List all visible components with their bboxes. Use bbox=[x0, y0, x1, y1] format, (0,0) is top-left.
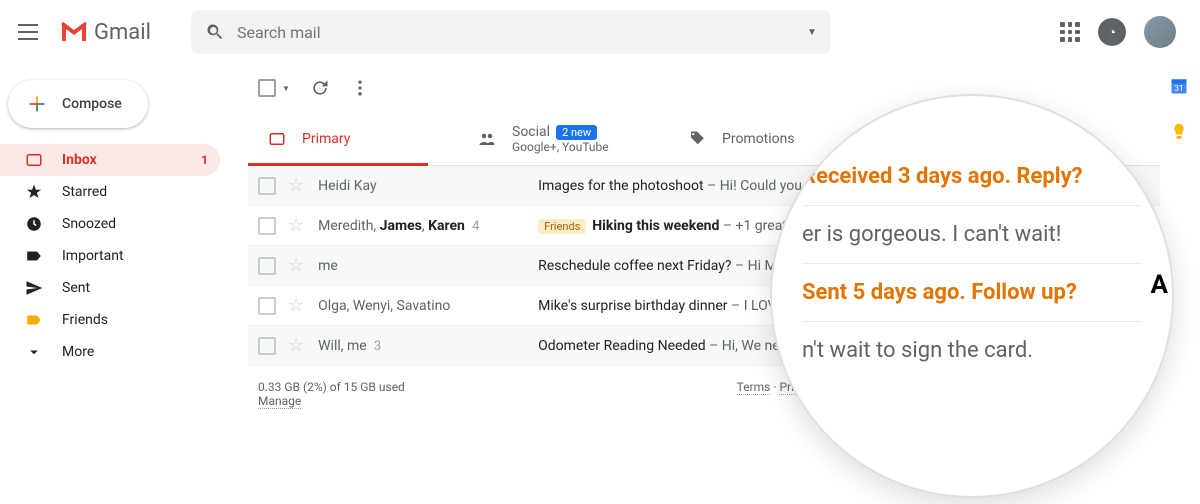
nudge-sent: Sent 5 days ago. Follow up? bbox=[802, 264, 1142, 321]
people-icon bbox=[478, 130, 496, 148]
sidebar-item-label: More bbox=[62, 344, 208, 360]
sidebar-item-starred[interactable]: Starred bbox=[0, 176, 220, 208]
nudge-received: Received 3 days ago. Reply? bbox=[802, 148, 1142, 205]
more-icon[interactable] bbox=[350, 78, 370, 98]
clock-icon bbox=[24, 214, 44, 234]
sidebar-item-label: Snoozed bbox=[62, 216, 208, 232]
star-icon[interactable]: ☆ bbox=[288, 215, 304, 236]
tab-primary[interactable]: Primary bbox=[248, 112, 458, 165]
search-box[interactable]: ▼ bbox=[191, 10, 831, 54]
search-icon bbox=[205, 22, 225, 42]
sidebar-item-label: Sent bbox=[62, 280, 208, 296]
sidebar-item-snoozed[interactable]: Snoozed bbox=[0, 208, 220, 240]
row-checkbox[interactable] bbox=[258, 217, 276, 235]
sidebar-item-friends[interactable]: Friends bbox=[0, 304, 220, 336]
svg-text:31: 31 bbox=[1174, 84, 1183, 94]
row-checkbox[interactable] bbox=[258, 177, 276, 195]
side-panel: 31 bbox=[1164, 76, 1194, 142]
thread-count: 4 bbox=[469, 219, 480, 234]
sidebar-item-more[interactable]: More bbox=[0, 336, 220, 368]
sidebar-item-label: Important bbox=[62, 248, 208, 264]
storage-text: 0.33 GB (2%) of 15 GB used bbox=[258, 380, 405, 394]
sidebar-item-label: Starred bbox=[62, 184, 208, 200]
sender: Will, me 3 bbox=[318, 338, 538, 354]
star-icon bbox=[24, 182, 44, 202]
sidebar-item-count: 1 bbox=[201, 153, 208, 167]
tab-social[interactable]: Social 2 new Google+, YouTube bbox=[458, 112, 668, 165]
more-icon bbox=[24, 342, 44, 362]
sender: Meredith, James, Karen 4 bbox=[318, 218, 538, 234]
star-icon[interactable]: ☆ bbox=[288, 335, 304, 356]
calendar-icon[interactable]: 31 bbox=[1169, 76, 1189, 96]
compose-label: Compose bbox=[62, 96, 122, 112]
label-chip: Friends bbox=[538, 219, 586, 234]
tag-icon bbox=[688, 130, 706, 148]
cutoff-letter: A bbox=[1151, 270, 1168, 300]
sender: me bbox=[318, 258, 538, 274]
account-avatar[interactable] bbox=[1144, 16, 1176, 48]
app-header: Gmail ▼ ◔ bbox=[0, 0, 1200, 64]
sidebar-item-sent[interactable]: Sent bbox=[0, 272, 220, 304]
tab-subtitle: Google+, YouTube bbox=[512, 140, 609, 154]
keep-icon[interactable] bbox=[1169, 122, 1189, 142]
sidebar-item-label: Friends bbox=[62, 312, 208, 328]
star-icon[interactable]: ☆ bbox=[288, 255, 304, 276]
snippet-line: er is gorgeous. I can't wait! bbox=[802, 206, 1142, 263]
main-menu-button[interactable] bbox=[16, 20, 40, 44]
compose-button[interactable]: Compose bbox=[8, 80, 148, 128]
gmail-wordmark: Gmail bbox=[94, 20, 151, 45]
new-badge: 2 new bbox=[556, 125, 597, 140]
row-checkbox[interactable] bbox=[258, 337, 276, 355]
sidebar: Compose Inbox1 Starred Snoozed Important Sen… bbox=[0, 64, 230, 368]
refresh-icon[interactable] bbox=[310, 78, 330, 98]
send-icon bbox=[24, 278, 44, 298]
google-apps-icon[interactable] bbox=[1060, 22, 1080, 42]
magnifier-overlay: Received 3 days ago. Reply? er is gorgeo… bbox=[772, 96, 1172, 496]
manage-storage-link[interactable]: Manage bbox=[258, 394, 301, 409]
search-options-dropdown-icon[interactable]: ▼ bbox=[807, 27, 817, 38]
select-all-checkbox[interactable] bbox=[258, 79, 276, 97]
sender: Olga, Wenyi, Savatino bbox=[318, 298, 538, 314]
search-input[interactable] bbox=[237, 23, 807, 42]
row-checkbox[interactable] bbox=[258, 257, 276, 275]
friends-icon bbox=[24, 310, 44, 330]
row-checkbox[interactable] bbox=[258, 297, 276, 315]
gmail-logo[interactable]: Gmail bbox=[60, 20, 151, 45]
tab-label: Promotions bbox=[722, 131, 795, 147]
sidebar-item-label: Inbox bbox=[62, 152, 201, 168]
header-actions: ◔ bbox=[1060, 16, 1184, 48]
sidebar-item-important[interactable]: Important bbox=[0, 240, 220, 272]
star-icon[interactable]: ☆ bbox=[288, 175, 304, 196]
sender: Heidi Kay bbox=[318, 178, 538, 194]
star-icon[interactable]: ☆ bbox=[288, 295, 304, 316]
select-dropdown-icon[interactable]: ▼ bbox=[282, 84, 290, 93]
snippet-line: n't wait to sign the card. bbox=[802, 322, 1142, 379]
terms-link[interactable]: Terms bbox=[737, 380, 771, 395]
inbox-icon bbox=[24, 150, 44, 170]
gmail-icon bbox=[60, 21, 88, 43]
tab-label: Primary bbox=[302, 131, 350, 147]
thread-count: 3 bbox=[371, 339, 382, 354]
plus-icon bbox=[26, 93, 48, 115]
tab-label: Social bbox=[512, 124, 550, 140]
sidebar-item-inbox[interactable]: Inbox1 bbox=[0, 144, 220, 176]
inbox-icon bbox=[268, 130, 286, 148]
label-icon bbox=[24, 246, 44, 266]
notifications-icon[interactable]: ◔ bbox=[1098, 18, 1126, 46]
